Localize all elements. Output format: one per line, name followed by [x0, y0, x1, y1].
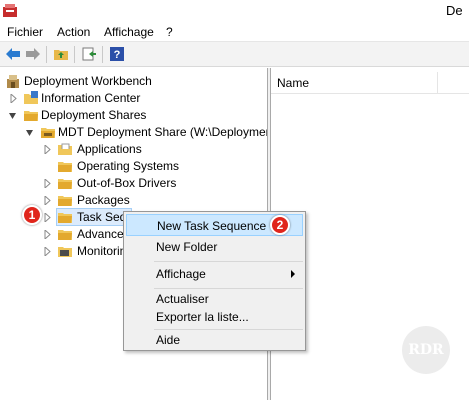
chevron-right-icon[interactable] [44, 230, 52, 239]
watermark-logo: RDR [402, 326, 450, 374]
tree-node-mdt-share[interactable]: MDT Deployment Share (W:\DeploymentS [0, 124, 268, 141]
share-folder-icon [41, 128, 55, 138]
column-name[interactable]: Name [277, 76, 309, 90]
tree-node-operating-systems[interactable]: Operating Systems [0, 158, 267, 175]
menu-separator [154, 261, 303, 262]
workbench-icon [7, 75, 19, 88]
menu-item-label: Actualiser [156, 292, 209, 306]
menu-item-aide[interactable]: Aide [126, 329, 303, 351]
folder-icon [58, 179, 72, 189]
window-title: De [446, 3, 463, 18]
menu-item-label: Aide [156, 333, 181, 347]
folder-up-icon[interactable] [52, 45, 70, 63]
step-badge-1: 1 [22, 205, 42, 225]
menu-bar: Fichier Action Affichage ? [0, 22, 469, 42]
menu-affichage[interactable]: Affichage [104, 25, 154, 39]
menu-item-label: New Task Sequence [157, 219, 267, 233]
tree-node-packages[interactable]: Packages [0, 192, 267, 209]
tree-label-drivers: Out-of-Box Drivers [77, 176, 177, 190]
chevron-right-icon[interactable] [44, 145, 52, 154]
svg-text:?: ? [114, 49, 121, 61]
column-divider[interactable] [437, 72, 438, 94]
tree-node-root[interactable]: Deployment Workbench [0, 73, 267, 90]
tree-label-monitoring: Monitorin [77, 244, 127, 258]
menu-item-label: Exporter la liste... [156, 310, 249, 324]
chevron-right-icon[interactable] [44, 247, 52, 256]
column-header: Name [271, 72, 469, 94]
chevron-right-icon[interactable] [44, 179, 52, 188]
app-icon [3, 4, 17, 17]
tree-node-deployment-shares[interactable]: Deployment Shares [0, 107, 267, 124]
menu-action[interactable]: Action [57, 25, 90, 39]
folder-icon [58, 230, 72, 240]
export-icon[interactable] [80, 45, 98, 63]
title-bar: De [0, 0, 469, 22]
menu-item-exporter[interactable]: Exporter la liste... [126, 306, 303, 328]
tree-label-root: Deployment Workbench [24, 74, 152, 88]
menu-item-label: Affichage [156, 267, 206, 281]
chevron-right-icon[interactable] [44, 213, 52, 222]
tree-node-applications[interactable]: Applications [0, 141, 267, 158]
toolbar-separator [102, 46, 103, 63]
chevron-down-icon[interactable] [9, 111, 17, 120]
menu-fichier[interactable]: Fichier [7, 25, 43, 39]
step-badge-2: 2 [270, 215, 290, 235]
tree-node-information-center[interactable]: Information Center [0, 90, 267, 107]
tree-label-mdt-share: MDT Deployment Share (W:\DeploymentS [58, 125, 268, 139]
tree-label-operating-systems: Operating Systems [77, 159, 180, 173]
folder-icon [58, 213, 72, 223]
tree-label-packages: Packages [77, 193, 130, 207]
folder-icon [58, 162, 72, 172]
back-arrow-icon[interactable] [4, 45, 22, 63]
info-folder-icon [24, 91, 38, 104]
menu-help[interactable]: ? [166, 25, 173, 39]
folder-icon [58, 196, 72, 206]
chevron-right-icon[interactable] [44, 196, 52, 205]
forward-arrow-icon[interactable] [24, 45, 42, 63]
submenu-arrow-icon [291, 270, 295, 278]
menu-item-label: New Folder [156, 240, 218, 254]
monitoring-folder-icon [58, 247, 72, 257]
menu-item-affichage[interactable]: Affichage [126, 263, 303, 285]
menu-item-new-folder[interactable]: New Folder [126, 236, 303, 258]
tree-label-applications: Applications [77, 142, 142, 156]
shares-folder-icon [24, 111, 38, 121]
toolbar-separator [46, 46, 47, 63]
chevron-right-icon[interactable] [10, 94, 18, 103]
tree-label-advanced: Advance [77, 227, 124, 241]
toolbar-separator [74, 46, 75, 63]
toolbar: ? [0, 42, 469, 67]
tree-label-deployment-shares: Deployment Shares [41, 108, 147, 122]
chevron-down-icon[interactable] [26, 128, 34, 137]
help-icon[interactable]: ? [108, 45, 126, 63]
folder-icon [58, 143, 72, 155]
tree-node-drivers[interactable]: Out-of-Box Drivers [0, 175, 267, 192]
tree-label-information-center: Information Center [41, 91, 141, 105]
